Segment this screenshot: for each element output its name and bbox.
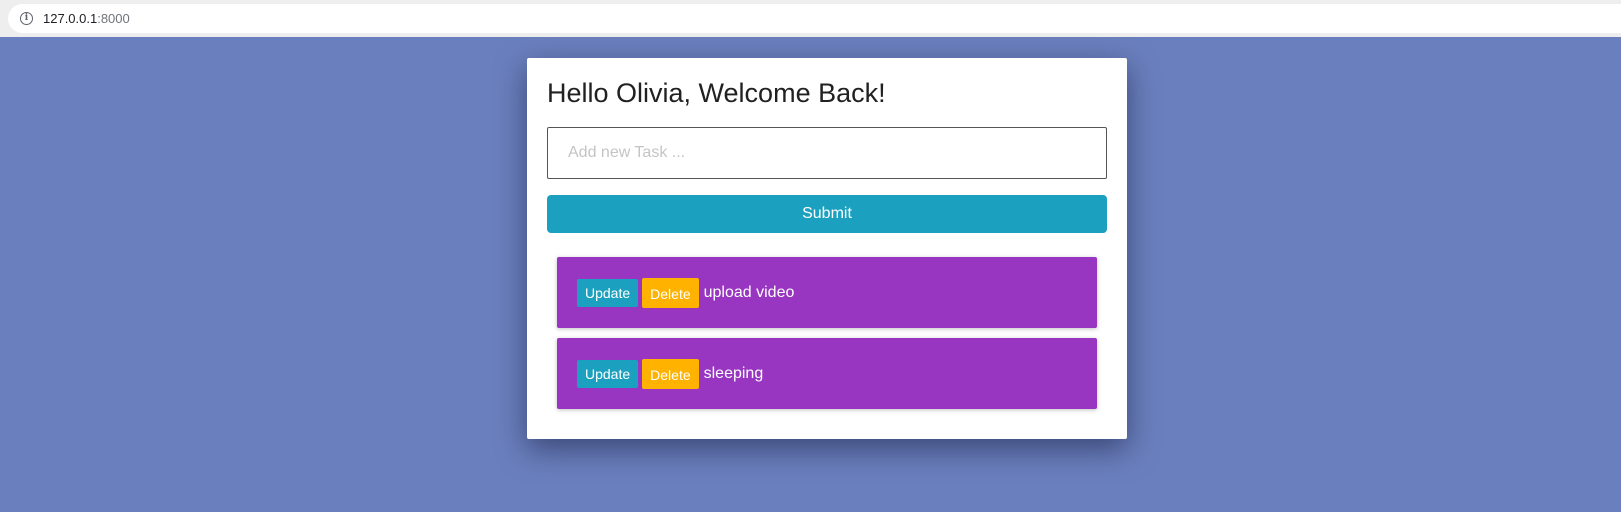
browser-toolbar: i 127.0.0.1:8000 — [0, 0, 1621, 37]
delete-button[interactable]: Delete — [642, 277, 699, 308]
url-host: 127.0.0.1 — [43, 11, 98, 26]
submit-button[interactable]: Submit — [547, 195, 1107, 233]
task-item: Update Delete upload video — [557, 257, 1097, 328]
info-icon[interactable]: i — [20, 12, 33, 25]
url-port: :8000 — [97, 11, 130, 26]
task-list: Update Delete upload video Update Delete… — [557, 257, 1097, 419]
task-text: upload video — [703, 283, 795, 301]
task-text: sleeping — [703, 364, 764, 382]
delete-button[interactable]: Delete — [642, 358, 699, 389]
address-bar[interactable]: i 127.0.0.1:8000 — [8, 4, 1621, 33]
new-task-input[interactable] — [547, 127, 1107, 179]
todo-card: Hello Olivia, Welcome Back! Submit Updat… — [527, 58, 1127, 439]
update-button[interactable]: Update — [577, 359, 639, 388]
page-title: Hello Olivia, Welcome Back! — [547, 78, 886, 108]
task-item: Update Delete sleeping — [557, 338, 1097, 409]
update-button[interactable]: Update — [577, 278, 639, 307]
url-text: 127.0.0.1:8000 — [43, 11, 130, 26]
